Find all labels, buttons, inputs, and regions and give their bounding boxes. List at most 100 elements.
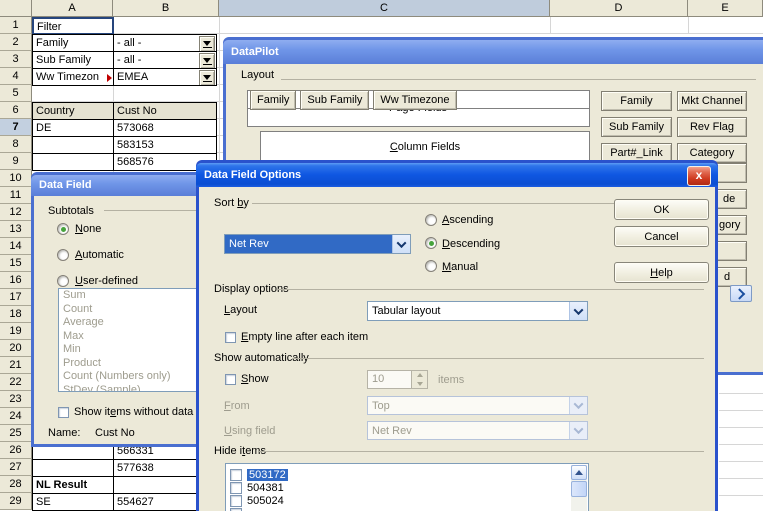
cell-b6[interactable]: Cust No	[113, 102, 217, 120]
scroll-up-button[interactable]	[571, 465, 587, 480]
chevron-down-icon[interactable]	[569, 302, 587, 320]
function-list-item[interactable]: Product	[59, 357, 199, 371]
row-header[interactable]: 23	[0, 391, 32, 408]
show-checkbox[interactable]	[225, 374, 236, 385]
data-field-titlebar[interactable]: Data Field	[31, 175, 206, 196]
cell-b3[interactable]: - all -	[113, 51, 217, 69]
row-header[interactable]: 9	[0, 153, 32, 170]
row-header[interactable]: 11	[0, 187, 32, 204]
cell-b7[interactable]: 573068	[113, 119, 217, 137]
cell-a8[interactable]	[32, 136, 114, 154]
spin-up-icon[interactable]	[412, 371, 427, 380]
datapilot-titlebar[interactable]: DataPilot	[223, 40, 763, 64]
row-header[interactable]: 25	[0, 425, 32, 442]
subtotals-none-label[interactable]: None	[75, 223, 101, 235]
hide-item-row[interactable]	[226, 507, 588, 511]
row-header[interactable]: 5	[0, 85, 32, 102]
empty-line-checkbox[interactable]	[225, 332, 236, 343]
function-list-item[interactable]: Count	[59, 303, 199, 317]
hide-items-list[interactable]: 503172 504381 505024	[225, 463, 589, 511]
function-list-item[interactable]: Sum	[59, 289, 199, 303]
subtotals-automatic-label[interactable]: Automatic	[75, 249, 124, 261]
row-header[interactable]: 20	[0, 340, 32, 357]
row-header[interactable]: 18	[0, 306, 32, 323]
function-list-item[interactable]: Average	[59, 316, 199, 330]
hide-item-label[interactable]: 503172	[247, 469, 288, 481]
scrollbar[interactable]	[571, 465, 587, 511]
function-list-item[interactable]: StDev (Sample)	[59, 384, 199, 393]
col-header-c[interactable]: C	[219, 0, 550, 17]
subtotal-functions-list[interactable]: SumCountAverageMaxMinProductCount (Numbe…	[58, 288, 200, 392]
row-header[interactable]: 26	[0, 442, 32, 459]
row-header[interactable]: 3	[0, 51, 32, 68]
row-header[interactable]: 29	[0, 493, 32, 510]
page-filter-dropdown-icon[interactable]	[199, 53, 215, 69]
row-header[interactable]: 7	[0, 119, 32, 136]
subtotals-user-defined-label[interactable]: User-defined	[75, 275, 138, 287]
spin-down-icon[interactable]	[412, 380, 427, 389]
cell-a29[interactable]: SE	[32, 493, 114, 511]
page-field-button[interactable]: Ww Timezone	[373, 90, 456, 110]
hide-item-row[interactable]: 505024	[226, 494, 588, 507]
cell-a27[interactable]	[32, 459, 114, 477]
hide-item-checkbox[interactable]	[230, 508, 242, 511]
subtotals-none-radio[interactable]	[57, 223, 69, 235]
show-items-without-data-label[interactable]: Show items without data	[74, 406, 193, 418]
field-button[interactable]: Rev Flag	[677, 117, 747, 137]
descending-label[interactable]: Descending	[442, 238, 500, 250]
subtotals-user-defined-radio[interactable]	[57, 275, 69, 287]
cell-a4[interactable]: Ww Timezon	[32, 68, 114, 86]
row-header[interactable]: 28	[0, 476, 32, 493]
cell-b4[interactable]: EMEA	[113, 68, 217, 86]
cell-a1[interactable]: Filter	[32, 17, 114, 35]
subtotals-automatic-radio[interactable]	[57, 249, 69, 261]
row-header[interactable]: 27	[0, 459, 32, 476]
chevron-down-icon[interactable]	[392, 235, 410, 253]
row-header[interactable]: 8	[0, 136, 32, 153]
grid-area-bottom-right[interactable]	[719, 377, 763, 511]
row-header[interactable]: 6	[0, 102, 32, 119]
ok-button[interactable]: OK	[614, 199, 709, 220]
col-header-b[interactable]: B	[113, 0, 219, 17]
empty-line-label[interactable]: Empty line after each item	[241, 331, 368, 343]
row-header[interactable]: 4	[0, 68, 32, 85]
row-header[interactable]: 22	[0, 374, 32, 391]
cell-b8[interactable]: 583153	[113, 136, 217, 154]
options-titlebar[interactable]: Data Field Options	[196, 163, 718, 187]
row-header[interactable]: 13	[0, 221, 32, 238]
hide-item-checkbox[interactable]	[230, 495, 242, 507]
scrollbar-thumb[interactable]	[571, 481, 587, 497]
page-field-button[interactable]: Family	[250, 90, 296, 110]
page-filter-dropdown-icon[interactable]	[199, 36, 215, 52]
field-button[interactable]: Family	[601, 91, 672, 111]
field-button[interactable]: Mkt Channel	[677, 91, 747, 111]
row-header[interactable]: 24	[0, 408, 32, 425]
cell-a2[interactable]: Family	[32, 34, 114, 52]
row-header[interactable]: 17	[0, 289, 32, 306]
hide-item-label[interactable]: 504381	[247, 482, 284, 494]
cell-a28[interactable]: NL Result	[32, 476, 114, 494]
cancel-button[interactable]: Cancel	[614, 226, 709, 247]
page-field-button[interactable]: Sub Family	[300, 90, 369, 110]
row-header[interactable]: 10	[0, 170, 32, 187]
show-items-without-data-checkbox[interactable]	[58, 407, 69, 418]
hide-item-label[interactable]: 505024	[247, 495, 284, 507]
hide-item-checkbox[interactable]	[230, 469, 242, 481]
function-list-item[interactable]: Count (Numbers only)	[59, 370, 199, 384]
show-label[interactable]: Show	[241, 373, 269, 385]
layout-combobox[interactable]: Tabular layout	[367, 301, 588, 321]
manual-label[interactable]: Manual	[442, 261, 478, 273]
col-header-d[interactable]: D	[550, 0, 688, 17]
row-header[interactable]: 2	[0, 34, 32, 51]
scroll-right-button[interactable]	[730, 285, 752, 302]
corner-header[interactable]	[0, 0, 32, 17]
col-header-a[interactable]: A	[32, 0, 113, 17]
sort-field-combobox[interactable]: Net Rev	[224, 234, 411, 254]
show-count-spinner[interactable]: 10	[367, 370, 428, 389]
close-icon[interactable]: x	[687, 166, 711, 186]
page-filter-dropdown-icon[interactable]	[199, 70, 215, 86]
hide-item-checkbox[interactable]	[230, 482, 242, 494]
function-list-item[interactable]: Min	[59, 343, 199, 357]
cell-a7[interactable]: DE	[32, 119, 114, 137]
row-header[interactable]: 15	[0, 255, 32, 272]
